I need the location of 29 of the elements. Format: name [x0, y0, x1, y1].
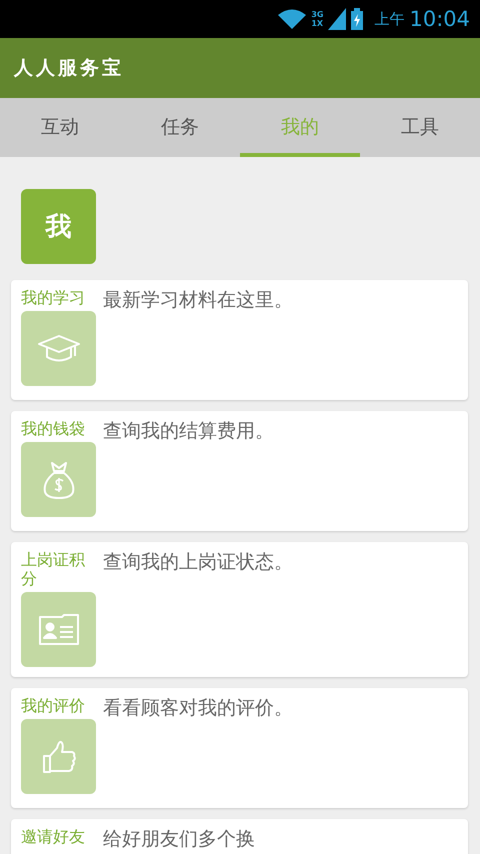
- tab[interactable]: 工具: [360, 98, 480, 157]
- id-card-icon: [38, 612, 80, 646]
- card-description: 最新学习材料在这里。: [103, 288, 294, 313]
- card-description: 查询我的上岗证状态。: [103, 550, 294, 575]
- menu-card[interactable]: 我的学习 最新学习材料在这里。: [11, 280, 468, 400]
- card-title: 我的学习: [21, 288, 86, 307]
- card-title: 上岗证积分: [21, 550, 86, 588]
- menu-card[interactable]: 邀请好友 给好朋友们多个换: [11, 819, 468, 854]
- battery-icon: [351, 8, 364, 30]
- network-label: 3G: [311, 10, 324, 19]
- app-title: 人人服务宝: [14, 56, 124, 81]
- card-description: 看看顾客对我的评价。: [103, 696, 294, 721]
- menu-card[interactable]: 上岗证积分 查询我的上岗证状态。: [11, 542, 468, 677]
- money-bag-icon: [40, 460, 76, 500]
- network-label: 1X: [311, 19, 324, 28]
- menu-card[interactable]: 我的评价 看看顾客对我的评价。: [11, 688, 468, 808]
- signal-icon: [328, 8, 346, 30]
- tab[interactable]: 任务: [120, 98, 240, 157]
- card-description: 给好朋友们多个换: [103, 827, 256, 852]
- card-title: 我的钱袋: [21, 419, 86, 438]
- card-title: 邀请好友: [21, 827, 86, 846]
- tab[interactable]: 互动: [0, 98, 120, 157]
- card-description: 查询我的结算费用。: [103, 419, 275, 444]
- menu-card[interactable]: 我的钱袋 查询我的结算费用。: [11, 411, 468, 531]
- time-period: 上午: [374, 10, 404, 28]
- card-title: 我的评价: [21, 696, 86, 715]
- wifi-icon: [278, 8, 306, 30]
- clock-time: 10:04: [409, 7, 470, 31]
- graduation-cap-icon: [36, 334, 80, 364]
